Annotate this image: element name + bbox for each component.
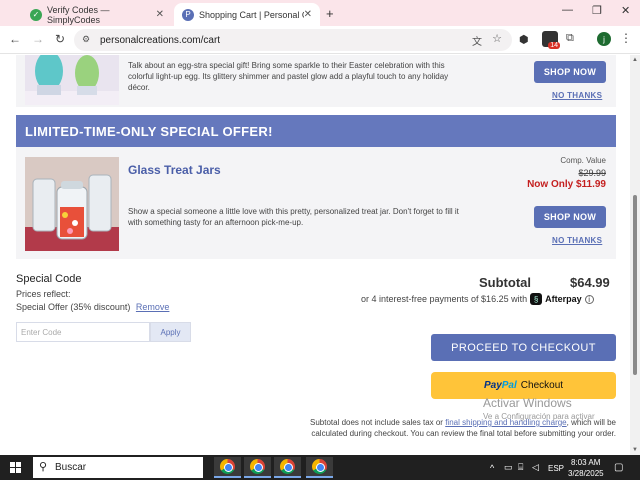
notification-icon[interactable]: ▢ — [614, 462, 623, 473]
page-content: Talk about an egg-stra special gift! Bri… — [0, 55, 630, 455]
taskbar-chrome-2[interactable] — [244, 457, 271, 478]
no-thanks-link[interactable]: NO THANKS — [552, 91, 602, 100]
subtotal-label: Subtotal — [479, 275, 531, 290]
menu-dots-icon[interactable]: ⋮ — [620, 31, 632, 45]
tray-chevron-icon[interactable]: ^ — [490, 463, 494, 473]
offer-description: Show a special someone a little love wit… — [128, 207, 459, 227]
applied-offer: Special Offer (35% discount) Remove — [16, 302, 169, 312]
comp-value-label: Comp. Value — [560, 156, 606, 165]
treat-jars-image — [25, 157, 119, 251]
apply-code-button[interactable]: Apply — [150, 322, 191, 342]
extension-badge-icon[interactable]: 14 — [542, 31, 560, 49]
tab-title: Verify Codes — SimplyCodes — [47, 4, 110, 25]
info-icon[interactable]: i — [584, 294, 594, 304]
afterpay-logo-icon: § — [530, 293, 543, 305]
tab-simplycodes[interactable]: ✓ Verify Codes — SimplyCodes ✕ — [22, 3, 172, 26]
cart-favicon-icon: P — [182, 8, 194, 21]
product-name-link[interactable]: Glass Treat Jars — [128, 163, 221, 177]
paypal-logo-pal: Pal — [501, 380, 517, 391]
tray-onedrive-icon[interactable]: ▭ — [504, 462, 513, 473]
paypal-checkout-button[interactable]: Pay Pal Checkout — [431, 372, 616, 399]
sale-price: Now Only $11.99 — [527, 179, 606, 190]
proceed-to-checkout-button[interactable]: PROCEED TO CHECKOUT — [431, 334, 616, 361]
no-thanks-link[interactable]: NO THANKS — [552, 236, 602, 245]
check-icon: ✓ — [30, 8, 42, 21]
tab-strip: ✓ Verify Codes — SimplyCodes ✕ P Shoppin… — [0, 0, 640, 26]
comp-value-price: $29.99 — [578, 168, 606, 178]
tray-volume-icon[interactable]: ◁ — [532, 462, 539, 473]
subtotal-footnote: Subtotal does not include sales tax or f… — [276, 417, 616, 439]
prices-reflect-label: Prices reflect: — [16, 289, 71, 299]
paypal-logo-pay: Pay — [483, 380, 502, 391]
footnote-pre: Subtotal does not include sales tax or — [310, 418, 446, 427]
close-tab-icon[interactable]: ✕ — [304, 9, 312, 20]
special-offer-banner: LIMITED-TIME-ONLY SPECIAL OFFER! — [16, 115, 616, 147]
chrome-icon — [250, 459, 265, 474]
afterpay-text: or 4 interest-free payments of $16.25 wi… — [361, 294, 528, 304]
url-text: personalcreations.com/cart — [100, 34, 221, 46]
applied-offer-text: Special Offer (35% discount) — [16, 302, 131, 312]
taskbar-chrome-3[interactable] — [274, 457, 301, 478]
clock-date[interactable]: 3/28/2025 — [568, 469, 604, 478]
taskbar-search[interactable]: ⚲ Buscar — [33, 457, 203, 478]
minimize-icon[interactable]: — — [562, 4, 573, 16]
price-block: Comp. Value $29.99 Now Only $11.99 — [527, 155, 606, 191]
scroll-up-icon[interactable]: ▲ — [632, 57, 638, 63]
clock-time[interactable]: 8:03 AM — [571, 458, 600, 467]
close-tab-icon[interactable]: ✕ — [156, 9, 164, 20]
address-bar[interactable]: ⚙ personalcreations.com/cart 文 ☆ — [74, 29, 512, 51]
taskbar-chrome-1[interactable] — [214, 457, 241, 478]
shop-now-button[interactable]: SHOP NOW — [534, 61, 606, 83]
shipping-charge-link[interactable]: final shipping and handling charge — [445, 418, 566, 427]
upsell-description: Talk about an egg-stra special gift! Bri… — [128, 61, 449, 92]
taskbar-search-text: Buscar — [55, 462, 87, 473]
back-arrow-icon[interactable]: ← — [7, 32, 23, 46]
search-icon: ⚲ — [39, 461, 48, 473]
extension-icon[interactable]: ⬢ — [519, 33, 529, 46]
language-indicator[interactable]: ESP — [548, 464, 564, 473]
new-tab-button[interactable]: + — [326, 6, 334, 21]
close-window-icon[interactable]: ✕ — [621, 4, 630, 17]
windows-taskbar: ⚲ Buscar ^ ▭ ⌸ ◁ ESP 8:03 AM 3/28/2025 ▢ — [0, 455, 640, 480]
bookmark-star-icon[interactable]: ☆ — [492, 32, 502, 45]
scroll-thumb[interactable] — [633, 195, 637, 375]
subtotal-value: $64.99 — [570, 275, 610, 290]
browser-toolbar: ← → ↻ ⚙ personalcreations.com/cart 文 ☆ ⬢… — [0, 26, 640, 54]
translate-icon[interactable]: 文 — [472, 33, 482, 48]
scroll-down-icon[interactable]: ▼ — [632, 447, 638, 453]
chrome-icon — [220, 459, 235, 474]
profile-avatar[interactable]: j — [597, 32, 611, 46]
page-scrollbar[interactable]: ▲ ▼ — [630, 55, 640, 455]
puzzle-icon[interactable]: ⧉ — [566, 32, 574, 45]
tab-title: Shopping Cart | Personal Creatio — [199, 9, 304, 20]
site-info-icon[interactable]: ⚙ — [82, 34, 90, 45]
special-code-title: Special Code — [16, 273, 82, 285]
chrome-icon — [280, 459, 295, 474]
windows-start-icon[interactable] — [10, 462, 21, 473]
restore-icon[interactable]: ❐ — [592, 4, 602, 17]
chrome-icon — [312, 459, 327, 474]
taskbar-chrome-4[interactable] — [306, 457, 333, 478]
afterpay-line: or 4 interest-free payments of $16.25 wi… — [361, 293, 616, 305]
afterpay-brand: Afterpay — [545, 294, 582, 304]
upsell-card-easter: Talk about an egg-stra special gift! Bri… — [16, 55, 616, 107]
tray-network-icon[interactable]: ⌸ — [518, 462, 523, 473]
forward-arrow-icon[interactable]: → — [30, 32, 46, 46]
shop-now-button[interactable]: SHOP NOW — [534, 206, 606, 228]
tab-shopping-cart[interactable]: P Shopping Cart | Personal Creatio ✕ — [174, 3, 320, 26]
offer-card-treat-jars: Glass Treat Jars Comp. Value $29.99 Now … — [16, 147, 616, 259]
remove-offer-link[interactable]: Remove — [136, 302, 170, 312]
paypal-checkout-label: Checkout — [520, 380, 564, 391]
easter-egg-image — [25, 55, 119, 105]
special-code-input[interactable]: Enter Code — [16, 322, 150, 342]
reload-icon[interactable]: ↻ — [52, 32, 68, 46]
watermark-line1: Activar Windows — [483, 396, 572, 410]
